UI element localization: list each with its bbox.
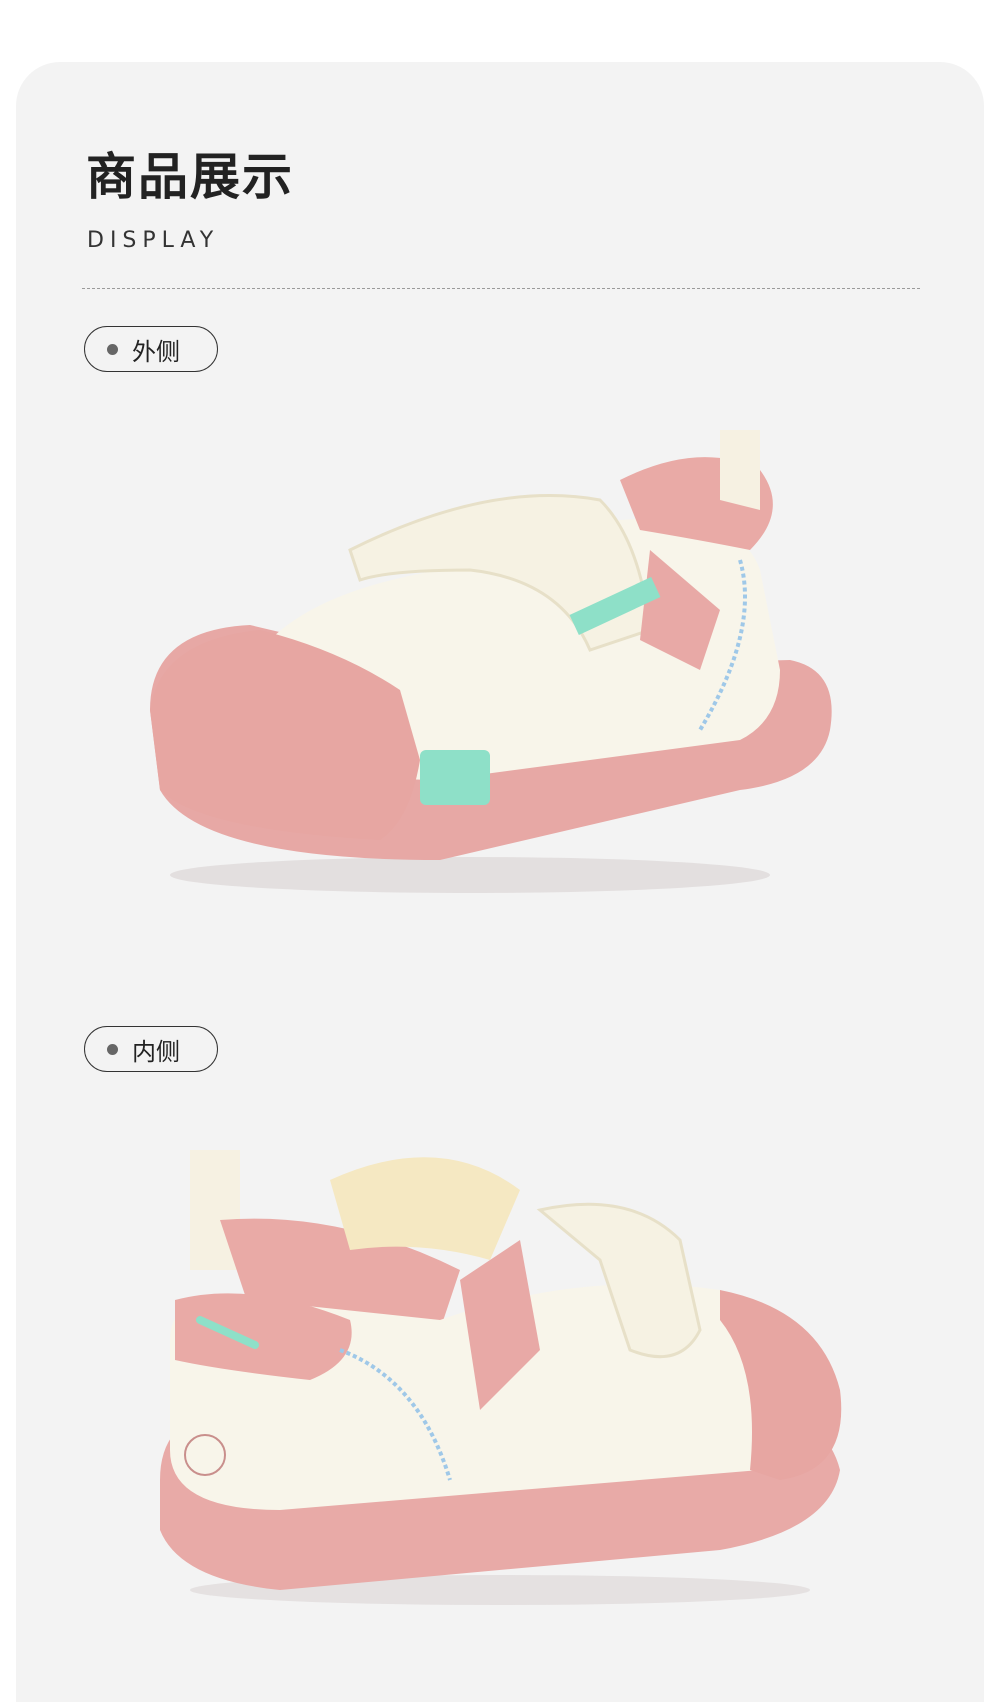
view-label: 内侧 bbox=[132, 1037, 180, 1066]
view-tag-inner: 内侧 bbox=[84, 1026, 218, 1072]
bullet-icon bbox=[107, 343, 118, 355]
shoe-image-inner bbox=[160, 1150, 842, 1605]
section-title: 商品展示 bbox=[86, 148, 294, 206]
view-tag-outer: 外侧 bbox=[84, 326, 218, 372]
section-subtitle: DISPLAY bbox=[87, 228, 220, 253]
shoe-image-outer bbox=[150, 430, 832, 893]
view-label: 外侧 bbox=[132, 337, 180, 366]
dashed-divider bbox=[82, 288, 920, 289]
bullet-icon bbox=[107, 1043, 118, 1055]
